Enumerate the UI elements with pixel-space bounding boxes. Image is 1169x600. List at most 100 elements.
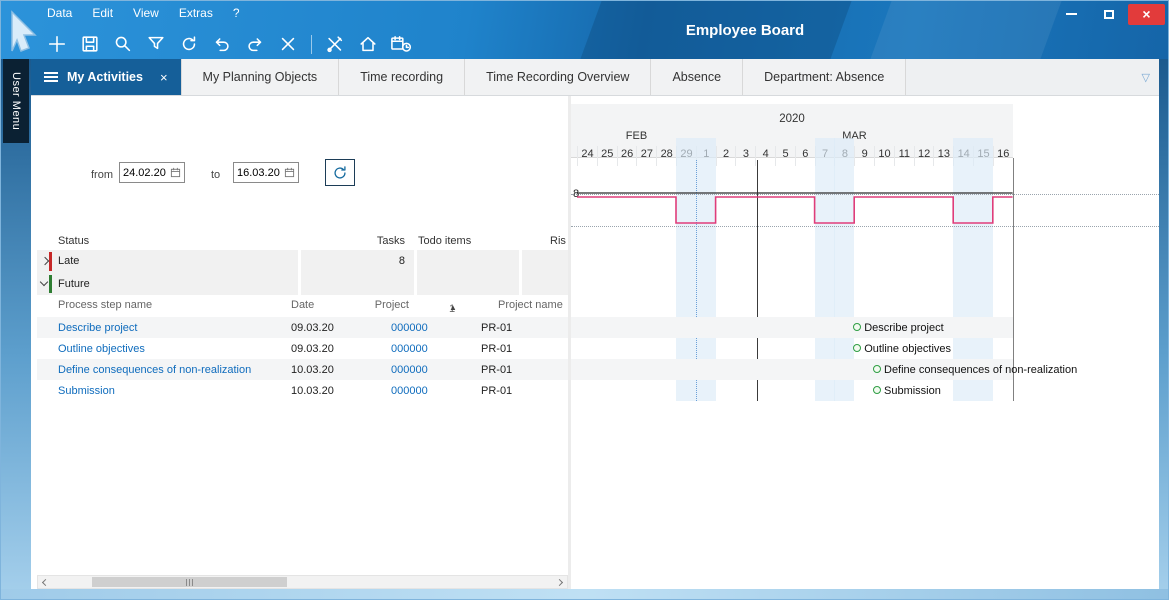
menu-view[interactable]: View bbox=[133, 6, 159, 20]
bottom-frame bbox=[1, 589, 1168, 599]
activities-pane: from to Status Tasks Todo items Ris bbox=[37, 96, 568, 589]
tab-my-activities[interactable]: My Activities × bbox=[31, 59, 182, 95]
menu-extras[interactable]: Extras bbox=[179, 6, 213, 20]
process-step-link[interactable]: Describe project bbox=[58, 322, 137, 334]
from-date-input[interactable] bbox=[123, 167, 169, 179]
home-icon[interactable] bbox=[356, 32, 380, 56]
horizontal-scrollbar[interactable] bbox=[37, 575, 568, 589]
menu-edit[interactable]: Edit bbox=[92, 6, 113, 20]
column-todo-items[interactable]: Todo items bbox=[418, 235, 471, 247]
day-cell: 9 bbox=[854, 146, 874, 166]
milestone-label: Submission bbox=[884, 385, 941, 397]
process-step-link[interactable]: Outline objectives bbox=[58, 343, 145, 355]
maximize-button[interactable] bbox=[1090, 4, 1128, 25]
milestone-label: Describe project bbox=[864, 322, 943, 334]
group-name: Future bbox=[58, 278, 90, 290]
day-cell: 25 bbox=[597, 146, 617, 166]
from-date-box bbox=[119, 162, 185, 183]
group-name: Late bbox=[58, 255, 79, 267]
scheduler-icon[interactable] bbox=[389, 32, 413, 56]
refresh-icon[interactable] bbox=[177, 32, 201, 56]
column-status[interactable]: Status bbox=[58, 235, 89, 247]
milestone-icon[interactable] bbox=[853, 323, 861, 331]
delete-icon[interactable] bbox=[276, 32, 300, 56]
to-label: to bbox=[211, 169, 220, 181]
day-cell: 4 bbox=[755, 146, 775, 166]
undo-icon[interactable] bbox=[210, 32, 234, 56]
gantt-row: Submission bbox=[571, 380, 1013, 401]
sub-header-row: Process step name Date Project 1▲ Projec… bbox=[37, 295, 568, 315]
column-project[interactable]: Project bbox=[357, 299, 409, 311]
group-row-late[interactable]: Late 8 bbox=[37, 250, 568, 273]
right-frame bbox=[1159, 59, 1168, 599]
milestone-label: Outline objectives bbox=[864, 343, 951, 355]
apply-date-range-button[interactable] bbox=[325, 159, 355, 186]
gantt-row: Outline objectives bbox=[571, 338, 1013, 359]
project-link[interactable]: 000000 bbox=[391, 343, 428, 355]
tab-department-absence[interactable]: Department: Absence bbox=[743, 59, 906, 95]
search-icon[interactable] bbox=[111, 32, 135, 56]
tab-bar: My Activities × My Planning Objects Time… bbox=[31, 59, 1159, 96]
project-name: PR-01 bbox=[481, 385, 512, 397]
scroll-right-button[interactable] bbox=[552, 576, 567, 588]
task-row[interactable]: Define consequences of non-realization10… bbox=[37, 359, 568, 380]
left-frame: User Menu bbox=[1, 59, 31, 599]
scrollbar-thumb[interactable] bbox=[92, 577, 287, 587]
calendar-icon[interactable] bbox=[284, 167, 295, 178]
project-link[interactable]: 000000 bbox=[391, 364, 428, 376]
column-tasks[interactable]: Tasks bbox=[367, 235, 405, 247]
column-date[interactable]: Date bbox=[291, 299, 314, 311]
milestone-icon[interactable] bbox=[873, 386, 881, 394]
process-step-link[interactable]: Define consequences of non-realization bbox=[58, 364, 251, 376]
close-button[interactable]: × bbox=[1128, 4, 1165, 25]
close-tab-icon[interactable]: × bbox=[160, 70, 168, 85]
milestone-icon[interactable] bbox=[853, 344, 861, 352]
tab-menu-icon[interactable] bbox=[44, 72, 58, 82]
user-menu-tab[interactable]: User Menu bbox=[3, 59, 29, 143]
task-date: 09.03.20 bbox=[291, 322, 334, 334]
tab-overflow-dropdown-icon[interactable]: ▽ bbox=[1142, 71, 1150, 84]
filter-icon[interactable] bbox=[144, 32, 168, 56]
day-cell: 3 bbox=[735, 146, 755, 166]
menu-data[interactable]: Data bbox=[47, 6, 72, 20]
tab-my-planning-objects[interactable]: My Planning Objects bbox=[182, 59, 340, 95]
app-logo-pointer-icon bbox=[5, 5, 43, 57]
task-date: 09.03.20 bbox=[291, 343, 334, 355]
year-label: 2020 bbox=[571, 113, 1013, 125]
redo-icon[interactable] bbox=[243, 32, 267, 56]
expand-chevron-icon[interactable] bbox=[41, 257, 49, 265]
save-icon[interactable] bbox=[78, 32, 102, 56]
day-cell: 12 bbox=[914, 146, 934, 166]
scroll-left-button[interactable] bbox=[38, 576, 53, 588]
column-project-name[interactable]: Project name bbox=[498, 299, 563, 311]
tab-absence[interactable]: Absence bbox=[651, 59, 743, 95]
column-risk[interactable]: Ris bbox=[550, 235, 566, 247]
late-status-bar bbox=[49, 252, 52, 271]
gantt-row: Define consequences of non-realization bbox=[571, 359, 1013, 380]
window-controls: × bbox=[1052, 3, 1165, 25]
tab-time-recording-overview[interactable]: Time Recording Overview bbox=[465, 59, 651, 95]
future-status-bar bbox=[49, 275, 52, 293]
project-link[interactable]: 000000 bbox=[391, 385, 428, 397]
group-row-future[interactable]: Future bbox=[37, 273, 568, 295]
minimize-button[interactable] bbox=[1052, 4, 1090, 25]
toolbar bbox=[45, 29, 413, 59]
task-row[interactable]: Outline objectives09.03.20000000PR-01 bbox=[37, 338, 568, 359]
gridline-capacity bbox=[571, 194, 1159, 195]
process-step-link[interactable]: Submission bbox=[58, 385, 115, 397]
milestone-icon[interactable] bbox=[873, 365, 881, 373]
calendar-icon[interactable] bbox=[170, 167, 181, 178]
new-icon[interactable] bbox=[45, 32, 69, 56]
tab-time-recording[interactable]: Time recording bbox=[339, 59, 465, 95]
toolbar-separator bbox=[311, 35, 312, 54]
milestone-label: Define consequences of non-realization bbox=[884, 364, 1077, 376]
project-link[interactable]: 000000 bbox=[391, 322, 428, 334]
column-process-step-name[interactable]: Process step name bbox=[58, 299, 152, 311]
to-date-input[interactable] bbox=[237, 167, 283, 179]
gantt-row: Describe project bbox=[571, 317, 1013, 338]
menu-help[interactable]: ? bbox=[233, 6, 240, 20]
tools-icon[interactable] bbox=[323, 32, 347, 56]
task-row[interactable]: Submission10.03.20000000PR-01 bbox=[37, 380, 568, 401]
task-row[interactable]: Describe project09.03.20000000PR-01 bbox=[37, 317, 568, 338]
collapse-chevron-icon[interactable] bbox=[40, 278, 48, 286]
